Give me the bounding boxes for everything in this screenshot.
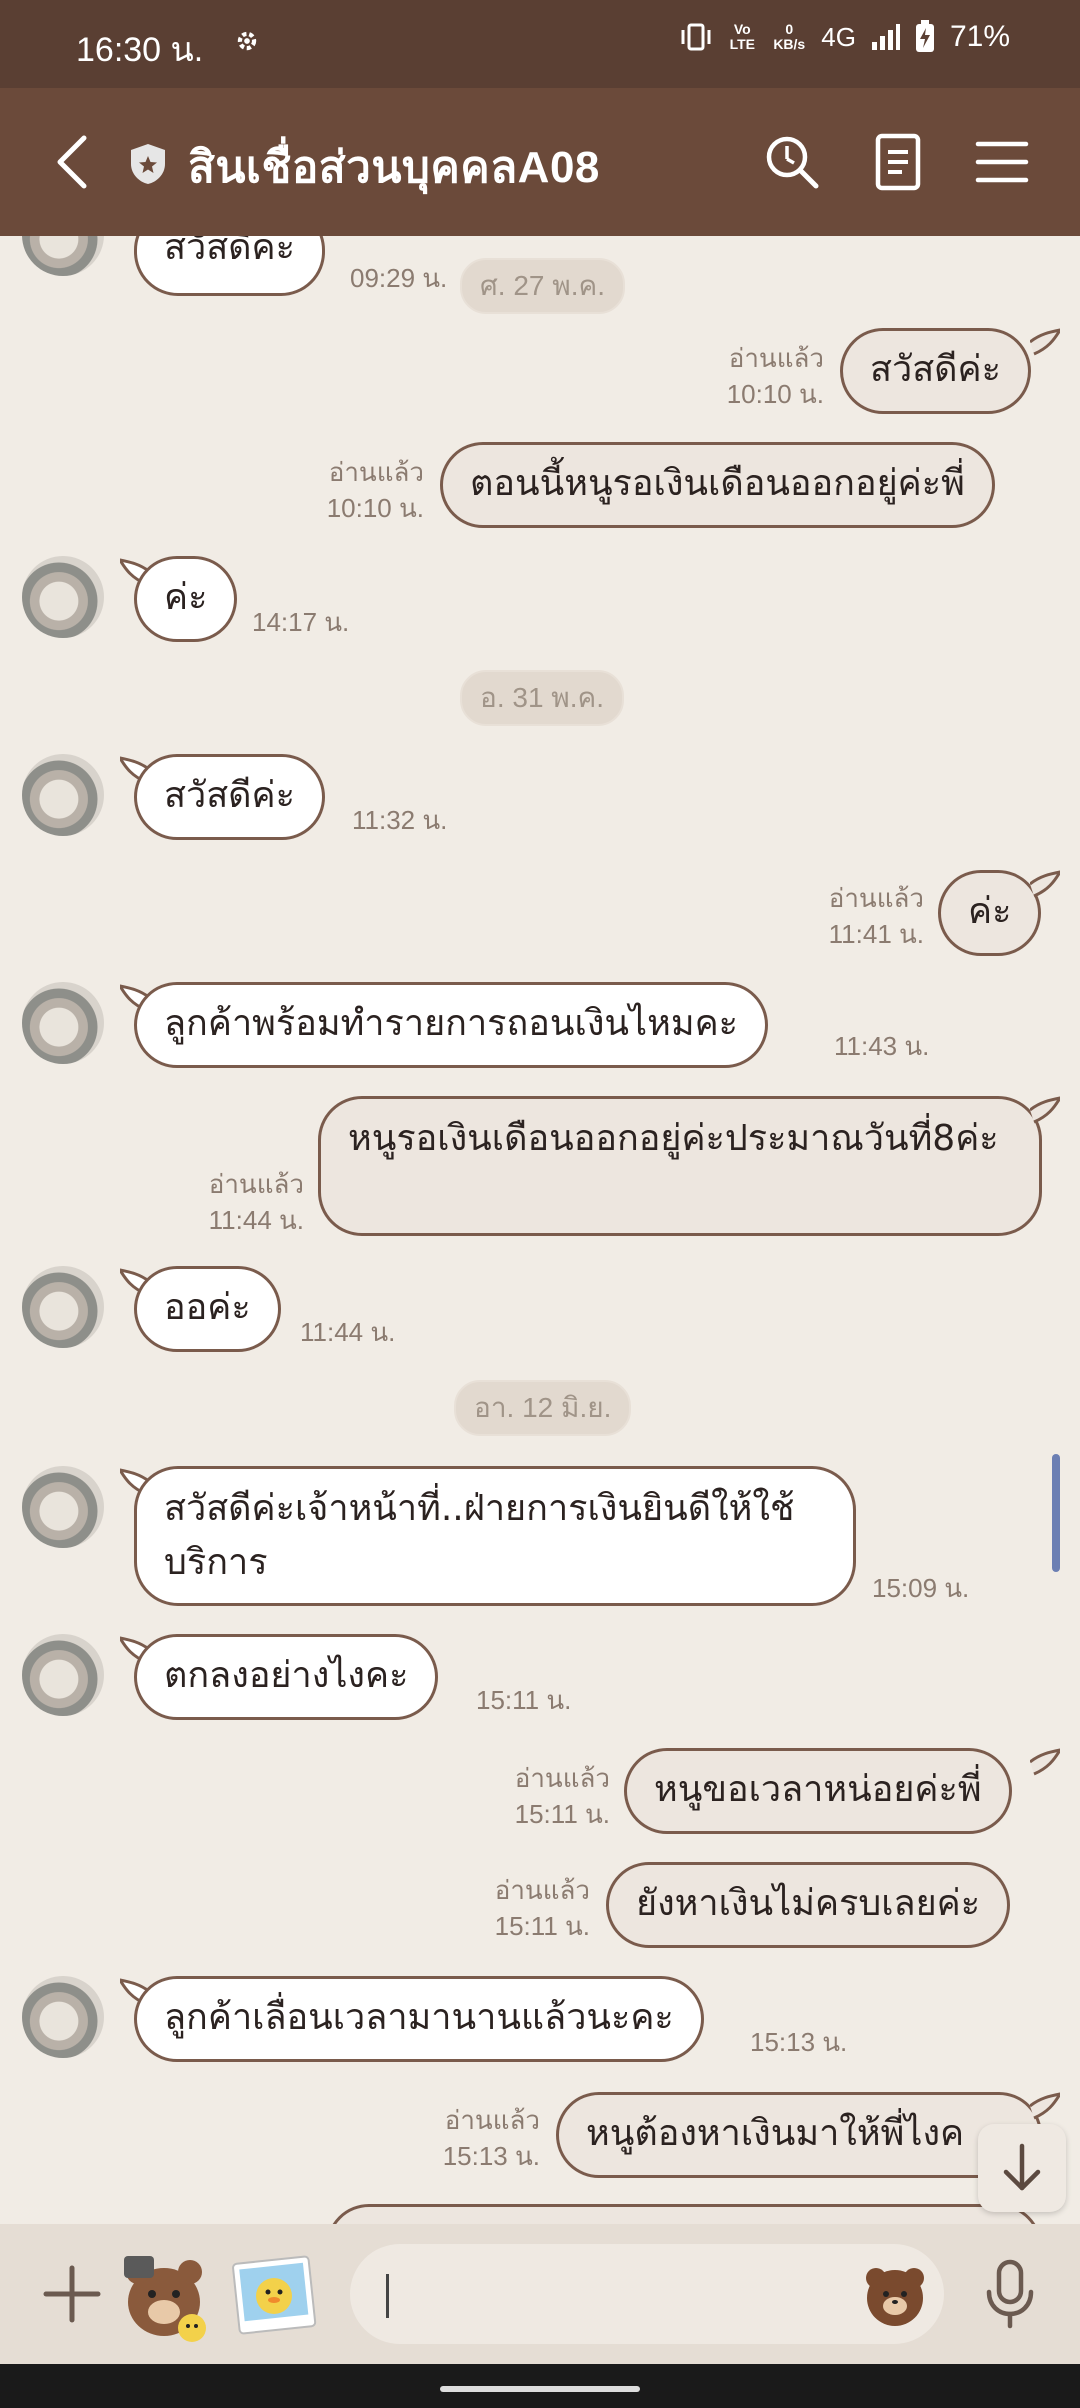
message-time: 11:43 น.	[834, 1031, 930, 1061]
contact-avatar[interactable]	[22, 754, 104, 836]
text-caret	[386, 2274, 389, 2318]
bubble-tail	[1030, 1748, 1060, 1776]
read-status: อ่านแล้ว	[514, 1763, 610, 1793]
date-separator: อา. 12 มิ.ย.	[454, 1380, 632, 1436]
volte-indicator: Vo LTE	[729, 21, 755, 52]
search-icon[interactable]	[762, 132, 822, 192]
message-time: 11:44 น.	[208, 1205, 304, 1235]
message-time: 11:41 น.	[828, 919, 924, 949]
contact-avatar[interactable]	[22, 1466, 104, 1548]
message-time: 15:11 น.	[494, 1911, 590, 1941]
contact-avatar[interactable]	[22, 1266, 104, 1348]
battery-charging-icon	[915, 20, 934, 52]
read-status: อ่านแล้ว	[444, 2105, 540, 2135]
message-time: 11:44 น.	[300, 1317, 396, 1347]
outgoing-message-bubble[interactable]: ค่ะ	[938, 870, 1042, 956]
chat-header: สินเชื่อส่วนบุคคลA08	[0, 88, 1080, 236]
message-time: 15:11 น.	[514, 1799, 610, 1829]
incoming-message-bubble[interactable]: ตกลงอย่างไงคะ	[134, 1634, 439, 1720]
contact-avatar[interactable]	[22, 236, 104, 276]
incoming-message-bubble[interactable]: สวัสดีค่ะ	[134, 754, 325, 840]
read-status: อ่านแล้ว	[828, 883, 924, 913]
status-time: 16:30 น.	[76, 31, 204, 69]
message-input[interactable]	[350, 2244, 944, 2344]
outgoing-message-bubble[interactable]: ตอนนี้หนูรอเงินเดือนออกอยู่ค่ะพี่	[440, 442, 995, 528]
contact-avatar[interactable]	[22, 556, 104, 638]
contact-avatar[interactable]	[22, 982, 104, 1064]
bubble-tail	[1030, 328, 1060, 356]
bubble-tail	[1030, 1096, 1060, 1124]
status-bar: 16:30 น. Vo LTE 0 KB/s 4G 71%	[0, 0, 1080, 88]
outgoing-message-bubble[interactable]: หนูขอเวลาหน่อยค่ะพี่	[624, 1748, 1012, 1834]
contact-avatar[interactable]	[22, 1634, 104, 1716]
outgoing-message-bubble[interactable]: หนูรอเงินเดือนออกอยู่ค่ะประมาณวันที่8ค่ะ	[318, 1096, 1042, 1236]
emoji-sticker-button[interactable]	[862, 2262, 928, 2328]
message-input-bar	[0, 2224, 1080, 2364]
network-type: 4G	[821, 21, 856, 52]
date-separator: อ. 31 พ.ค.	[460, 670, 625, 726]
message-time: 11:32 น.	[352, 805, 448, 835]
notes-icon[interactable]	[868, 132, 928, 192]
chat-title: สินเชื่อส่วนบุคคลA08	[188, 143, 600, 192]
message-time: 10:10 น.	[326, 493, 424, 523]
incoming-message-bubble[interactable]: ค่ะ	[134, 556, 238, 642]
message-time: 15:13 น.	[750, 2027, 848, 2057]
outgoing-message-bubble-partial[interactable]	[326, 2204, 1042, 2224]
back-button[interactable]	[52, 132, 92, 192]
settings-notification-icon	[237, 31, 257, 51]
outgoing-message-bubble[interactable]: ยังหาเงินไม่ครบเลยค่ะ	[606, 1862, 1011, 1948]
arrow-down-icon	[1003, 2143, 1041, 2191]
read-status: อ่านแล้ว	[208, 1169, 304, 1199]
home-gesture-handle[interactable]	[440, 2386, 640, 2392]
incoming-message-bubble[interactable]: ออค่ะ	[134, 1266, 281, 1352]
scroll-indicator[interactable]	[1052, 1454, 1060, 1572]
sticker-icon[interactable]	[118, 2242, 214, 2342]
battery-level: 71%	[949, 20, 1010, 53]
network-speed: 0 KB/s	[773, 21, 806, 52]
system-nav-bar	[0, 2364, 1080, 2408]
incoming-message-bubble[interactable]: ลูกค้าพร้อมทำรายการถอนเงินไหมคะ	[134, 982, 769, 1068]
microphone-icon[interactable]	[982, 2258, 1038, 2330]
photo-sticker-icon[interactable]	[230, 2250, 318, 2338]
message-time: 09:29 น.	[350, 263, 448, 293]
message-time: 10:10 น.	[726, 379, 824, 409]
read-status: อ่านแล้ว	[328, 457, 424, 487]
outgoing-message-bubble[interactable]: สวัสดีค่ะ	[840, 328, 1031, 414]
message-time: 15:09 น.	[872, 1573, 970, 1603]
message-time: 14:17 น.	[252, 607, 350, 637]
contact-avatar[interactable]	[22, 1976, 104, 2058]
incoming-message-bubble[interactable]: สวัสดีค่ะเจ้าหน้าที่..ฝ่ายการเงินยินดีให…	[134, 1466, 856, 1606]
read-status: อ่านแล้ว	[494, 1875, 590, 1905]
verified-shield-icon	[131, 144, 165, 184]
scroll-to-bottom-button[interactable]	[978, 2124, 1066, 2212]
message-time: 15:11 น.	[476, 1685, 572, 1715]
bubble-tail	[1030, 870, 1060, 898]
menu-icon[interactable]	[972, 132, 1032, 192]
plus-icon[interactable]	[40, 2262, 104, 2326]
read-status: อ่านแล้ว	[728, 343, 824, 373]
incoming-message-bubble[interactable]: สวัสดีค่ะ	[134, 236, 325, 296]
chat-messages-list[interactable]: สวัสดีค่ะ 09:29 น. ศ. 27 พ.ค. อ่านแล้ว 1…	[0, 236, 1080, 2224]
incoming-message-bubble[interactable]: ลูกค้าเลื่อนเวลามานานแล้วนะคะ	[134, 1976, 704, 2062]
signal-icon	[871, 24, 900, 50]
outgoing-message-bubble[interactable]: หนูต้องหาเงินมาให้พี่ไงค	[556, 2092, 1042, 2178]
date-separator: ศ. 27 พ.ค.	[460, 258, 626, 314]
vibrate-icon	[681, 23, 711, 51]
message-time: 15:13 น.	[442, 2141, 540, 2171]
bubble-tail	[1030, 2092, 1060, 2120]
